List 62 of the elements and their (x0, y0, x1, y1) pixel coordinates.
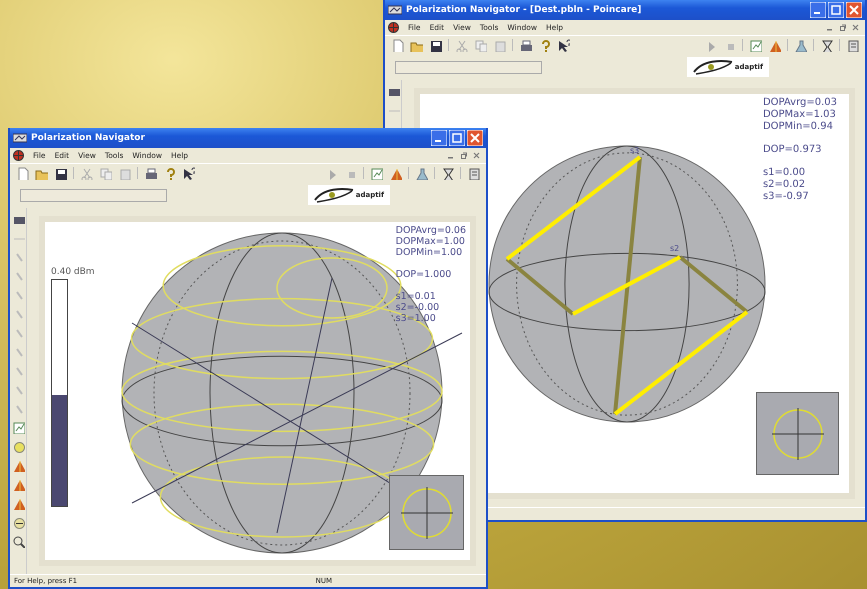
readout-text: DOPMax=1.00 (396, 236, 466, 247)
sphere-icon[interactable] (12, 440, 24, 453)
hourglass-icon[interactable] (441, 166, 454, 180)
maximize-button[interactable] (449, 130, 465, 146)
globe-icon[interactable] (13, 150, 24, 161)
maximize-button[interactable] (828, 2, 844, 18)
cut-icon[interactable] (80, 166, 93, 180)
close-button[interactable] (473, 152, 480, 159)
cone-icon[interactable] (389, 166, 402, 180)
readout-text: DOPAvrg=0.06 (396, 225, 466, 236)
chart-icon[interactable] (370, 166, 383, 180)
cone-icon[interactable] (12, 497, 24, 510)
minimize-button[interactable] (810, 2, 826, 18)
window-title: Polarization Navigator - [Dest.pbln - Poincare] (406, 5, 642, 15)
save-icon[interactable] (429, 38, 442, 52)
copy-icon[interactable] (474, 38, 487, 52)
cut-icon[interactable] (455, 38, 468, 52)
paste-icon[interactable] (493, 38, 506, 52)
panel-icon[interactable] (846, 38, 859, 52)
save-icon[interactable] (54, 166, 67, 180)
readout-text: s1=0.00 (762, 167, 806, 179)
eye-icon (314, 186, 354, 204)
power-reading: 0.40 dBm (51, 267, 95, 277)
readout-text: DOP=0.973 (762, 144, 823, 156)
restore-button[interactable] (839, 24, 846, 31)
readout-text: DOPAvrg=0.03 (762, 97, 837, 109)
context-help-icon[interactable] (557, 38, 570, 52)
copy-icon[interactable] (99, 166, 112, 180)
cone-icon[interactable] (12, 478, 24, 491)
axis-label: s2 (670, 244, 680, 253)
printer-icon[interactable] (519, 38, 532, 52)
new-file-icon[interactable] (16, 166, 29, 180)
zoom-icon[interactable] (12, 535, 24, 548)
readout-text: DOPMax=1.03 (762, 109, 837, 121)
axis-label: s3 (630, 146, 640, 155)
address-field[interactable] (395, 60, 542, 74)
context-help-icon[interactable] (182, 166, 195, 180)
minimize-button[interactable] (431, 130, 447, 146)
readout-text: s3=-0.97 (762, 191, 810, 203)
readout-text: DOPMin=0.94 (762, 121, 834, 133)
chart-icon[interactable] (749, 38, 762, 52)
app-icon (388, 5, 402, 15)
address-field[interactable] (20, 188, 167, 202)
close-button[interactable] (852, 24, 859, 31)
chart-icon[interactable] (12, 421, 24, 434)
cone-icon[interactable] (768, 38, 781, 52)
hourglass-icon[interactable] (820, 38, 833, 52)
readout-text: s2=0.02 (762, 179, 806, 191)
readout-text: DOP=1.000 (396, 269, 452, 280)
flask-icon[interactable] (794, 38, 807, 52)
eye-icon (692, 58, 733, 76)
printer-icon[interactable] (144, 166, 157, 180)
window-title: Polarization Navigator (31, 133, 145, 143)
cone-icon[interactable] (12, 459, 24, 472)
new-file-icon[interactable] (391, 38, 404, 52)
restore-button[interactable] (460, 152, 467, 159)
flask-icon[interactable] (415, 166, 428, 180)
panel-icon[interactable] (467, 166, 480, 180)
readout-text: DOPMin=1.00 (396, 247, 464, 258)
globe-icon[interactable] (388, 22, 399, 33)
paste-icon[interactable] (118, 166, 131, 180)
app-icon (13, 133, 27, 143)
